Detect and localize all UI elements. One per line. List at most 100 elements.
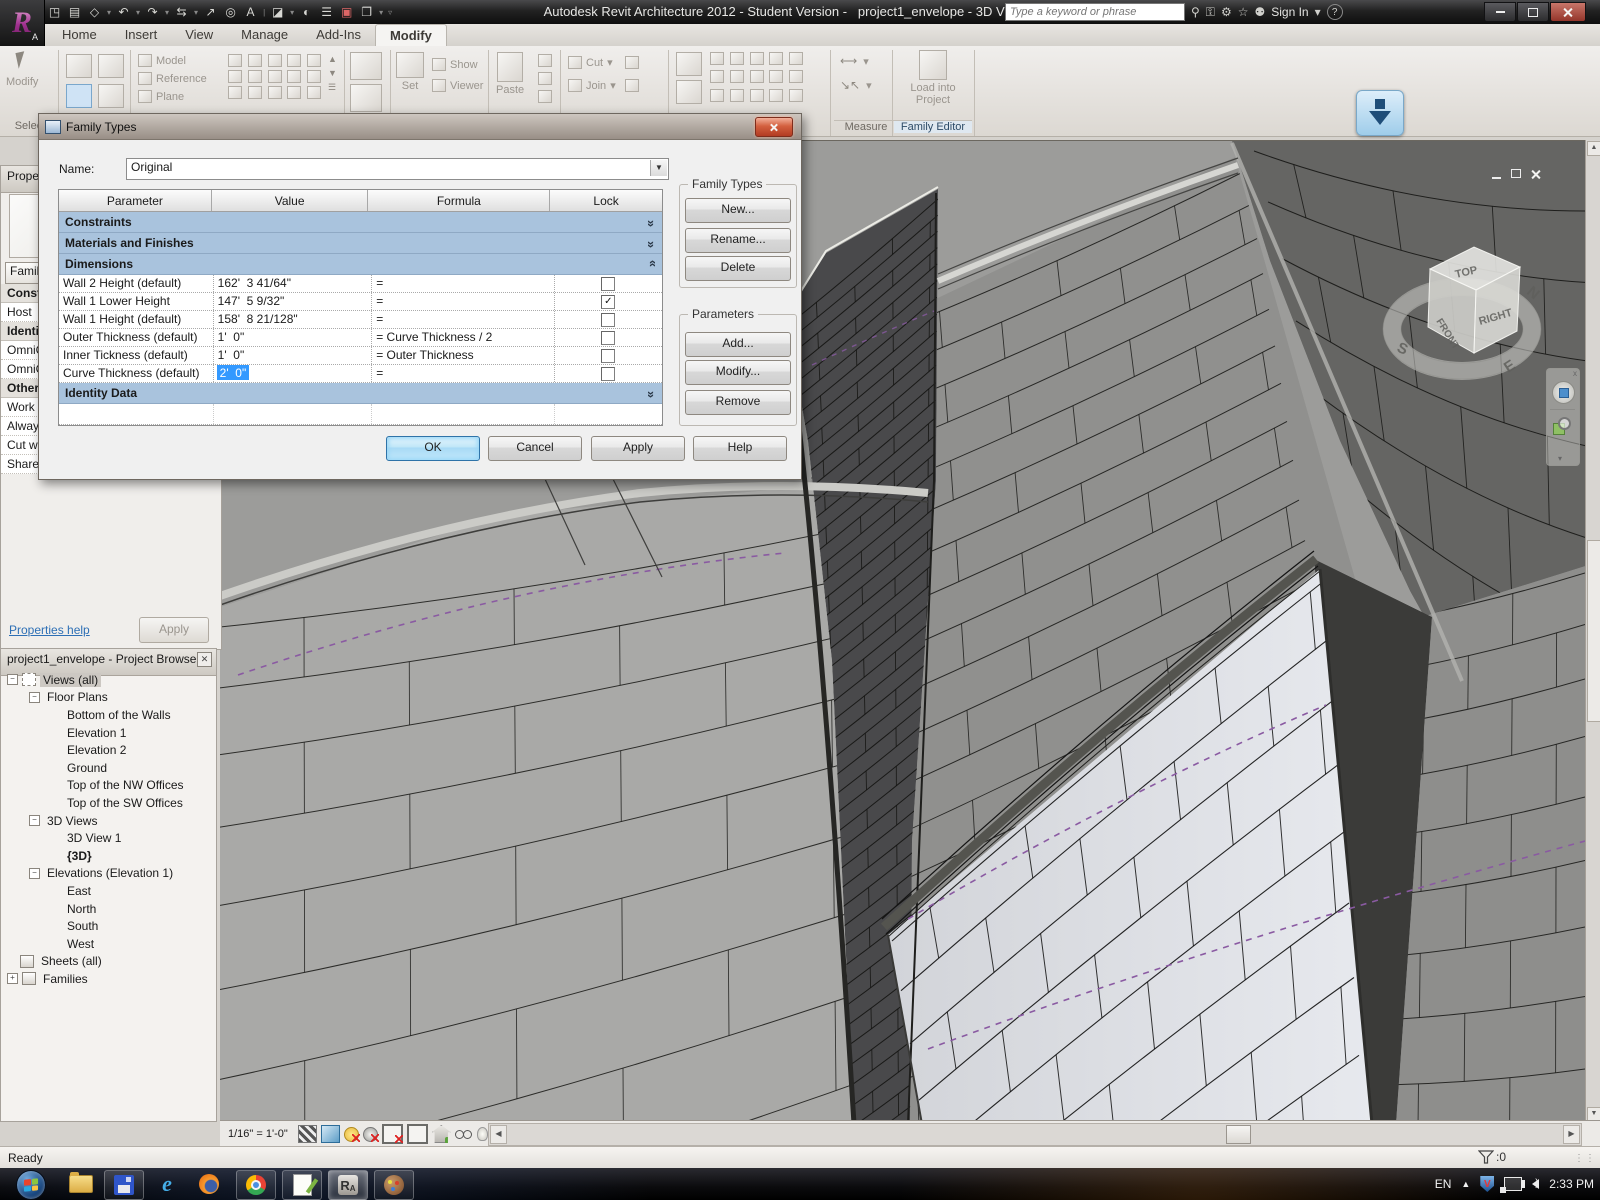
shadows-icon[interactable] <box>363 1127 378 1142</box>
tree-item--3d-[interactable]: {3D} <box>3 847 213 865</box>
tree-item-ground[interactable]: Ground <box>3 759 213 777</box>
select-tool-icon[interactable] <box>98 84 124 108</box>
sketch-icon[interactable] <box>350 84 382 112</box>
resize-grip[interactable]: ⋮⋮ <box>1574 1153 1596 1164</box>
communication-center-icon[interactable]: ⚙ <box>1221 5 1232 19</box>
column-header-value[interactable]: Value <box>212 190 369 211</box>
tree-item-3d-view-1[interactable]: 3D View 1 <box>3 829 213 847</box>
parameter-name-cell[interactable]: Inner Tickness (default) <box>59 347 214 364</box>
dropdown-caret-icon[interactable]: ▾ <box>136 8 140 17</box>
clock[interactable]: 2:33 PM <box>1549 1177 1594 1191</box>
tree-item-elevation-2[interactable]: Elevation 2 <box>3 741 213 759</box>
taskbar-firefox-button[interactable] <box>192 1170 226 1198</box>
column-header-lock[interactable]: Lock <box>550 190 662 211</box>
tree-item-bottom-of-the-walls[interactable]: Bottom of the Walls <box>3 706 213 724</box>
cut-geometry-button[interactable]: Cut▾ <box>568 56 639 69</box>
add-parameter-button[interactable]: Add... <box>685 332 791 357</box>
dimension-icon[interactable]: ↗ <box>202 4 219 21</box>
tree-item-east[interactable]: East <box>3 882 213 900</box>
navbar-close-icon[interactable]: x <box>1573 369 1577 378</box>
view-restore-icon[interactable] <box>1511 169 1521 178</box>
application-menu-button[interactable]: R A <box>0 0 45 46</box>
parameter-row[interactable]: Wall 2 Height (default)162' 3 41/64"= <box>59 275 662 293</box>
network-icon[interactable] <box>1504 1177 1522 1191</box>
expand-expander-icon[interactable]: + <box>7 973 18 984</box>
taskbar-app-button[interactable] <box>104 1170 144 1200</box>
measure-line-button[interactable]: ⟷▾ <box>840 54 872 68</box>
trim-multi-icon[interactable] <box>769 89 783 102</box>
selection-filter[interactable]: :0 <box>1478 1150 1506 1164</box>
combobox-arrow-icon[interactable]: ▼ <box>650 160 667 176</box>
expand-chevron-icon[interactable]: » <box>644 390 659 395</box>
scroll-down-icon[interactable]: ▼ <box>328 68 337 78</box>
sun-path-icon[interactable] <box>344 1127 359 1142</box>
align-icon[interactable] <box>676 52 702 76</box>
zoom-tool-icon[interactable] <box>1553 417 1571 435</box>
move-icon[interactable] <box>676 80 702 104</box>
draw-arc-icon[interactable] <box>248 70 262 83</box>
tree-item-sheets-all-[interactable]: Sheets (all) <box>3 953 213 971</box>
delete-icon[interactable] <box>789 89 803 102</box>
lock-checkbox[interactable] <box>601 313 615 327</box>
taskbar-chrome-button[interactable] <box>236 1170 276 1200</box>
sync-icon[interactable]: ◇ <box>86 4 103 21</box>
type-name-combobox[interactable]: Original ▼ <box>126 158 669 180</box>
trim-icon[interactable] <box>789 52 803 65</box>
parameter-value-cell[interactable]: 162' 3 41/64" <box>214 275 373 292</box>
reference-line-button[interactable]: Reference <box>138 72 207 85</box>
tree-item-west[interactable]: West <box>3 935 213 953</box>
dropdown-caret-icon[interactable]: ▾ <box>607 56 613 69</box>
cut-scissors-icon[interactable] <box>538 54 552 67</box>
dialog-close-button[interactable] <box>755 117 793 137</box>
apply-button[interactable]: Apply <box>591 436 685 461</box>
tree-item-elevation-1[interactable]: Elevation 1 <box>3 724 213 742</box>
draw-tangent-icon[interactable] <box>287 70 301 83</box>
download-notification-button[interactable] <box>1356 90 1404 136</box>
draw-ellipse-icon[interactable] <box>248 86 262 99</box>
join-geometry-button[interactable]: Join▾ <box>568 79 639 92</box>
3d-view-icon[interactable]: ◪ <box>269 4 286 21</box>
antivirus-shield-icon[interactable]: V <box>1480 1176 1494 1192</box>
parameter-group-row[interactable]: Constraints» <box>59 212 662 233</box>
parameter-value-cell[interactable]: 1' 0" <box>214 347 373 364</box>
match-properties-icon[interactable] <box>538 90 552 103</box>
ok-button[interactable]: OK <box>386 436 480 461</box>
taskbar-paint-button[interactable] <box>374 1170 414 1200</box>
help-icon[interactable]: ? <box>1327 4 1343 20</box>
collapse-expander-icon[interactable]: − <box>29 815 40 826</box>
new-button[interactable]: New... <box>685 198 791 223</box>
column-header-parameter[interactable]: Parameter <box>59 190 212 211</box>
split-icon[interactable] <box>750 52 764 65</box>
parameter-value-cell[interactable]: 158' 8 21/128" <box>214 311 373 328</box>
draw-arc-icon[interactable] <box>228 70 242 83</box>
switch-windows-icon[interactable]: ❐ <box>358 4 375 21</box>
parameter-name-cell[interactable]: Curve Thickness (default) <box>59 365 214 382</box>
parameter-formula-cell[interactable]: = <box>372 275 554 292</box>
lock-checkbox[interactable] <box>601 277 615 291</box>
collapse-chevron-icon[interactable]: » <box>644 261 659 266</box>
collapse-expander-icon[interactable]: − <box>7 674 18 685</box>
dropdown-caret-icon[interactable]: ▾ <box>165 8 169 17</box>
dropdown-caret-icon[interactable]: ▾ <box>290 8 294 17</box>
scroll-up-icon[interactable]: ▲ <box>328 54 337 64</box>
parameter-formula-cell[interactable]: = Outer Thickness <box>372 347 554 364</box>
draw-polygon-icon[interactable] <box>268 54 282 67</box>
parameter-group-row[interactable]: Dimensions» <box>59 254 662 275</box>
undo-icon[interactable]: ↶ <box>115 4 132 21</box>
rotate-icon[interactable] <box>730 70 744 83</box>
reference-plane-button[interactable]: Plane <box>138 90 207 103</box>
remove-parameter-button[interactable]: Remove <box>685 390 791 415</box>
parameter-name-cell[interactable]: Wall 2 Height (default) <box>59 275 214 292</box>
properties-apply-button[interactable]: Apply <box>139 617 209 643</box>
viewer-button[interactable]: Viewer <box>432 79 483 92</box>
parameter-row[interactable]: Curve Thickness (default)2' 0"= <box>59 365 662 383</box>
taskbar-explorer-button[interactable] <box>64 1170 98 1198</box>
view-scale-button[interactable]: 1/16" = 1'-0" <box>220 1128 296 1140</box>
pin-icon[interactable] <box>789 70 803 83</box>
reveal-hidden-elements-icon[interactable] <box>477 1127 488 1141</box>
parameter-row[interactable]: Wall 1 Height (default)158' 8 21/128"= <box>59 311 662 329</box>
parameter-name-cell[interactable]: Wall 1 Height (default) <box>59 311 214 328</box>
tree-item-north[interactable]: North <box>3 900 213 918</box>
tree-item-families[interactable]: +Families <box>3 970 213 988</box>
delete-button[interactable]: Delete <box>685 256 791 281</box>
